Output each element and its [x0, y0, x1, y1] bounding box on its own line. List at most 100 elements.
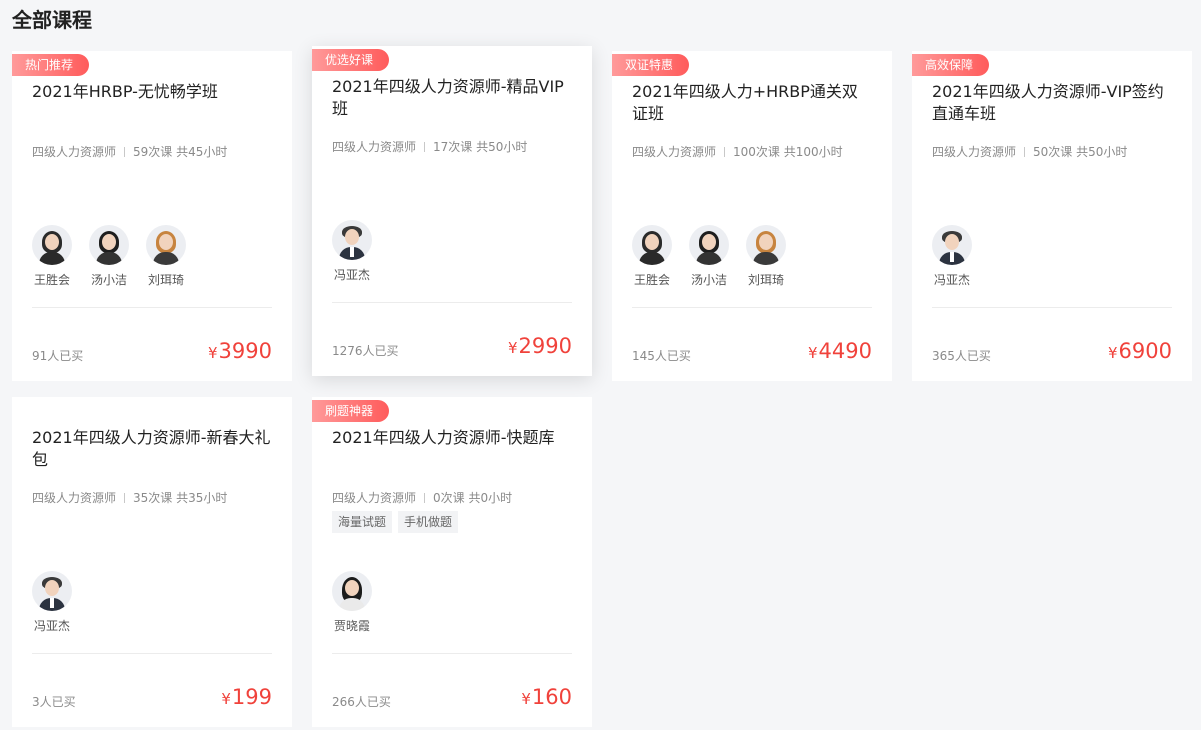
course-lessons: 100次课 共100小时: [733, 145, 843, 159]
currency-symbol: ¥: [521, 690, 531, 708]
course-price: ¥160: [521, 685, 572, 709]
course-badge: 双证特惠: [612, 54, 690, 76]
card-divider: [332, 302, 572, 303]
course-badge: 优选好课: [312, 49, 390, 71]
teacher[interactable]: 冯亚杰: [332, 220, 372, 283]
course-title[interactable]: 2021年HRBP-无忧畅学班: [32, 81, 272, 103]
currency-symbol: ¥: [1108, 344, 1118, 362]
teacher-avatar: [689, 225, 729, 265]
price-value: 199: [231, 685, 272, 709]
course-category: 四级人力资源师: [32, 145, 117, 159]
card-divider: [32, 307, 272, 308]
teacher-avatar: [146, 225, 186, 265]
teacher-name: 贾晓霞: [333, 619, 370, 633]
course-meta: 四级人力资源师 0次课 共0小时: [332, 489, 512, 506]
course-meta: 四级人力资源师 100次课 共100小时: [632, 143, 843, 160]
course-tags: 海量试题 手机做题: [332, 511, 459, 533]
teacher-avatar: [32, 571, 72, 611]
teacher-list: 冯亚杰: [32, 571, 72, 634]
course-tag: 海量试题: [332, 511, 393, 533]
currency-symbol: ¥: [808, 344, 818, 362]
teacher[interactable]: 刘珥琦: [746, 225, 786, 288]
meta-divider: [124, 147, 126, 157]
teacher-name: 王胜会: [633, 273, 670, 287]
meta-divider: [1024, 147, 1026, 157]
teacher-name: 冯亚杰: [333, 268, 370, 282]
buyers-count: 365人已买: [932, 349, 991, 363]
course-meta: 四级人力资源师 35次课 共35小时: [32, 489, 227, 506]
price-value: 2990: [518, 334, 572, 358]
teacher-list: 贾晓霞: [332, 571, 372, 634]
currency-symbol: ¥: [208, 344, 218, 362]
course-title[interactable]: 2021年四级人力资源师-VIP签约直通车班: [932, 81, 1172, 125]
teacher[interactable]: 汤小洁: [689, 225, 729, 288]
course-price: ¥3990: [208, 339, 272, 363]
price-value: 160: [531, 685, 572, 709]
teacher-name: 汤小洁: [90, 273, 127, 287]
teacher[interactable]: 贾晓霞: [332, 571, 372, 634]
buyers-count: 1276人已买: [332, 344, 399, 358]
buyers-count: 145人已买: [632, 349, 691, 363]
course-card[interactable]: 双证特惠 2021年四级人力+HRBP通关双证班 四级人力资源师 100次课 共1…: [612, 51, 892, 381]
teacher-name: 汤小洁: [690, 273, 727, 287]
course-category: 四级人力资源师: [932, 145, 1017, 159]
course-card[interactable]: 热门推荐 2021年HRBP-无忧畅学班 四级人力资源师 59次课 共45小时 王…: [12, 51, 292, 381]
teacher-list: 冯亚杰: [332, 220, 372, 283]
teacher-name: 冯亚杰: [33, 619, 70, 633]
price-value: 3990: [218, 339, 272, 363]
teacher-avatar: [932, 225, 972, 265]
course-badge: 高效保障: [912, 54, 990, 76]
teacher-avatar: [332, 220, 372, 260]
page-title: 全部课程: [12, 8, 92, 32]
course-card[interactable]: 2021年四级人力资源师-新春大礼包 四级人力资源师 35次课 共35小时 冯亚杰…: [12, 397, 292, 727]
course-card[interactable]: 高效保障 2021年四级人力资源师-VIP签约直通车班 四级人力资源师 50次课 …: [912, 51, 1192, 381]
course-price: ¥2990: [508, 334, 572, 358]
teacher-list: 王胜会 汤小洁 刘珥琦: [32, 225, 186, 288]
teacher-name: 刘珥琦: [747, 273, 784, 287]
course-lessons: 0次课 共0小时: [433, 491, 513, 505]
teacher[interactable]: 汤小洁: [89, 225, 129, 288]
price-value: 6900: [1118, 339, 1172, 363]
course-badge: 热门推荐: [12, 54, 90, 76]
card-divider: [32, 653, 272, 654]
card-divider: [932, 307, 1172, 308]
price-value: 4490: [818, 339, 872, 363]
teacher-avatar: [32, 225, 72, 265]
teacher[interactable]: 王胜会: [32, 225, 72, 288]
card-divider: [632, 307, 872, 308]
course-meta: 四级人力资源师 59次课 共45小时: [32, 143, 227, 160]
teacher-avatar: [332, 571, 372, 611]
course-category: 四级人力资源师: [332, 140, 417, 154]
course-price: ¥199: [221, 685, 272, 709]
course-title[interactable]: 2021年四级人力+HRBP通关双证班: [632, 81, 872, 125]
teacher[interactable]: 冯亚杰: [32, 571, 72, 634]
meta-divider: [724, 147, 726, 157]
course-tag: 手机做题: [398, 511, 459, 533]
course-title[interactable]: 2021年四级人力资源师-精品VIP班: [332, 76, 572, 120]
course-card[interactable]: 优选好课 2021年四级人力资源师-精品VIP班 四级人力资源师 17次课 共50…: [312, 46, 592, 376]
meta-divider: [124, 493, 126, 503]
teacher-name: 冯亚杰: [933, 273, 970, 287]
course-category: 四级人力资源师: [32, 491, 117, 505]
teacher[interactable]: 冯亚杰: [932, 225, 972, 288]
teacher-avatar: [746, 225, 786, 265]
meta-divider: [424, 142, 426, 152]
card-divider: [332, 653, 572, 654]
course-title[interactable]: 2021年四级人力资源师-快题库: [332, 427, 572, 449]
buyers-count: 91人已买: [32, 349, 84, 363]
course-price: ¥4490: [808, 339, 872, 363]
course-title[interactable]: 2021年四级人力资源师-新春大礼包: [32, 427, 272, 471]
meta-divider: [424, 493, 426, 503]
course-meta: 四级人力资源师 50次课 共50小时: [932, 143, 1127, 160]
teacher-name: 王胜会: [33, 273, 70, 287]
course-lessons: 35次课 共35小时: [133, 491, 228, 505]
course-badge: 刷题神器: [312, 400, 390, 422]
course-lessons: 59次课 共45小时: [133, 145, 228, 159]
course-lessons: 50次课 共50小时: [1033, 145, 1128, 159]
teacher[interactable]: 刘珥琦: [146, 225, 186, 288]
course-category: 四级人力资源师: [332, 491, 417, 505]
teacher-name: 刘珥琦: [147, 273, 184, 287]
course-card[interactable]: 刷题神器 2021年四级人力资源师-快题库 四级人力资源师 0次课 共0小时 海量…: [312, 397, 592, 727]
teacher-list: 冯亚杰: [932, 225, 972, 288]
teacher[interactable]: 王胜会: [632, 225, 672, 288]
